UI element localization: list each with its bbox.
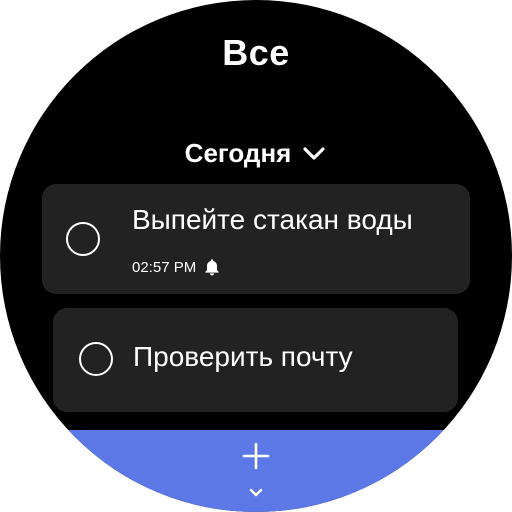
task-title: Выпейте стакан воды <box>132 204 413 235</box>
task-time: 02:57 PM <box>132 258 197 276</box>
task-item[interactable]: Выпейте стакан воды 02:57 PM <box>42 184 470 294</box>
chevron-down-icon[interactable] <box>248 486 264 500</box>
plus-icon[interactable] <box>242 442 270 470</box>
task-checkbox[interactable] <box>66 222 100 256</box>
page-title: Все <box>222 32 290 73</box>
task-title: Проверить почту <box>133 341 353 372</box>
task-item[interactable]: Проверить почту <box>53 308 458 412</box>
task-reminder: 02:57 PM <box>132 257 222 277</box>
task-checkbox[interactable] <box>79 342 113 376</box>
chevron-down-icon <box>303 146 325 160</box>
section-dropdown[interactable]: Сегодня <box>0 138 512 169</box>
section-label: Сегодня <box>184 138 292 168</box>
bell-icon <box>205 259 219 276</box>
add-task-bar[interactable] <box>0 430 512 512</box>
watch-screen: Все Сегодня Выпейте стакан воды 02:57 PM… <box>0 0 512 512</box>
